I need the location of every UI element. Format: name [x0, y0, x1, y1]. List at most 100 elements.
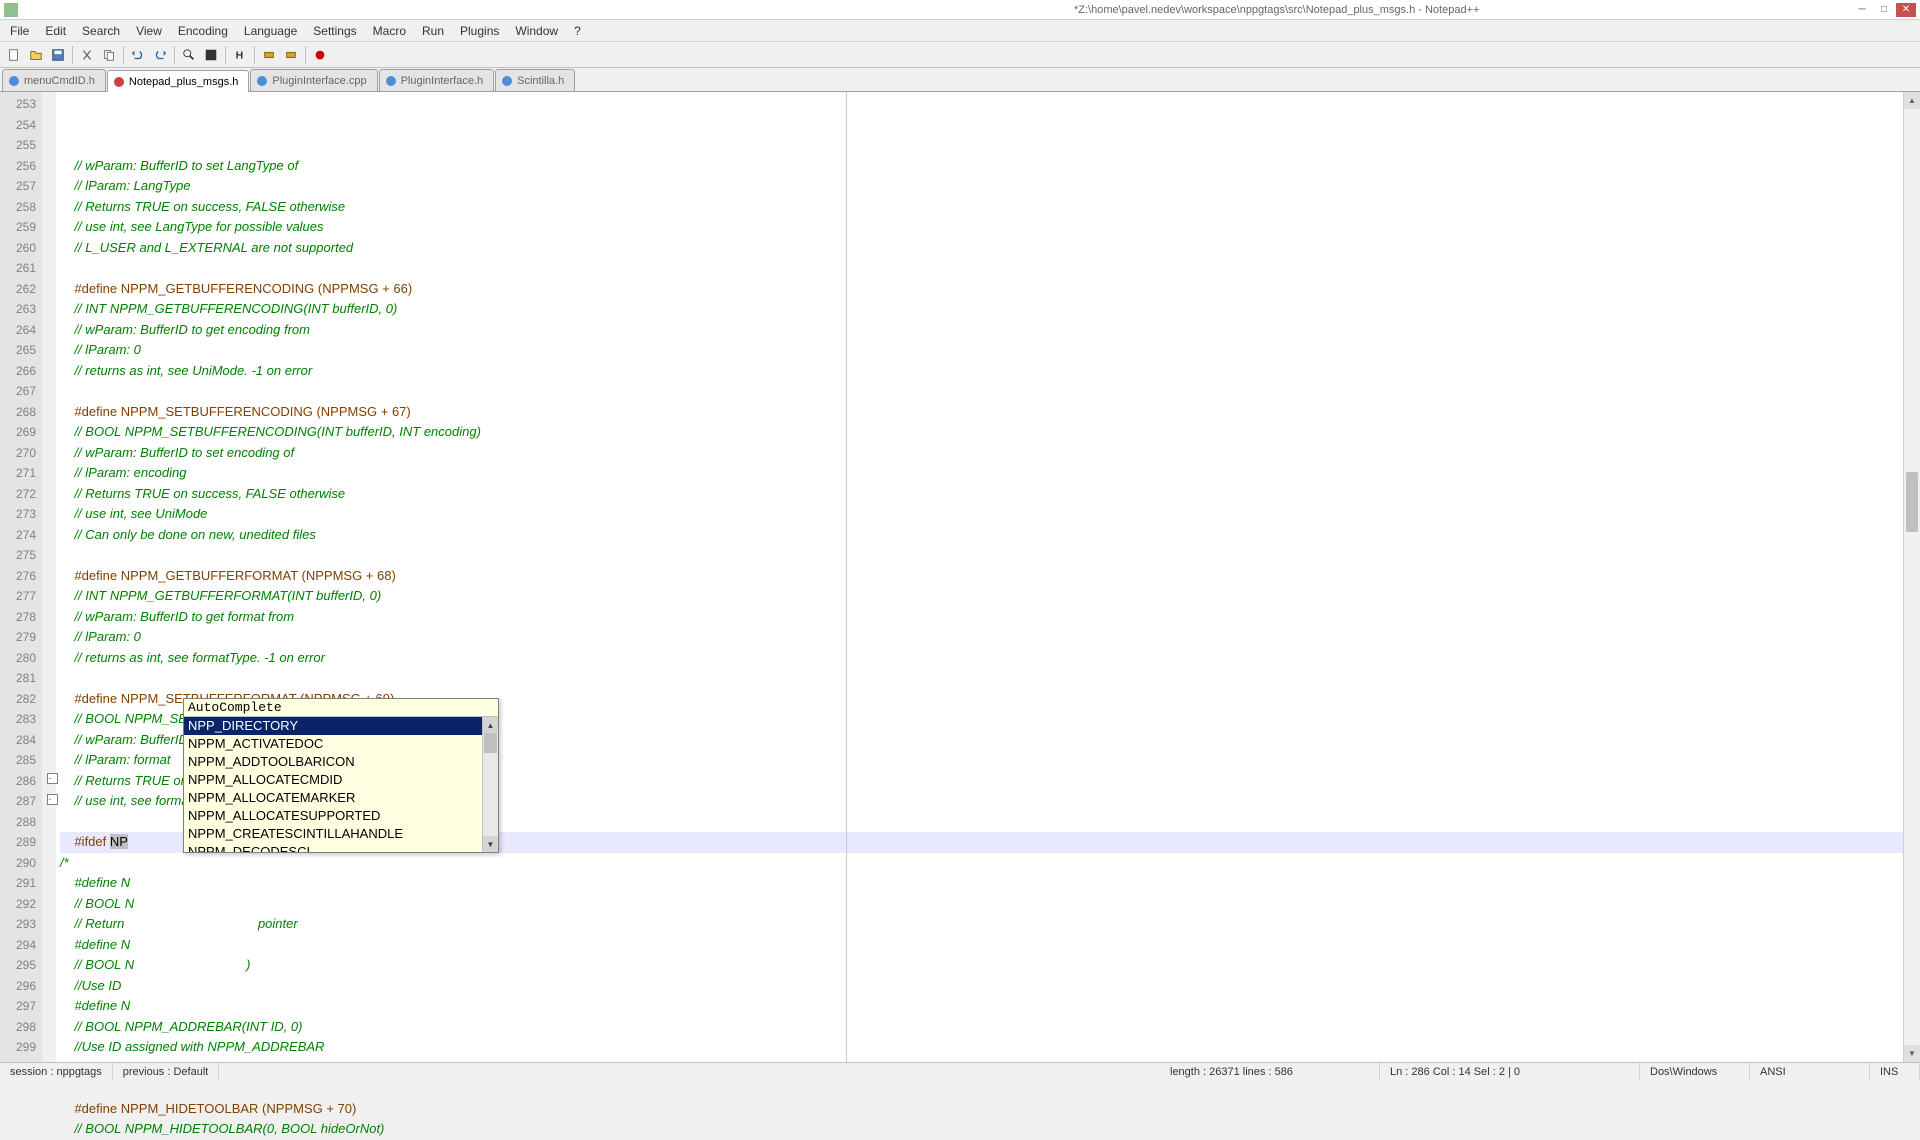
fold-marker[interactable] [42, 215, 56, 236]
code-line[interactable]: #define NPPM_HIDETOOLBAR (NPPMSG + 70) [60, 1099, 1903, 1120]
menu-search[interactable]: Search [74, 21, 128, 41]
code-line[interactable]: // lParam: encoding [60, 463, 1903, 484]
fold-marker[interactable] [42, 318, 56, 339]
menu-file[interactable]: File [2, 21, 37, 41]
fold-marker[interactable] [42, 769, 56, 790]
code-line[interactable]: #define NPPM_GETBUFFERENCODING (NPPMSG +… [60, 279, 1903, 300]
menu-window[interactable]: Window [507, 21, 566, 41]
autocomplete-scrollbar[interactable]: ▲ ▼ [482, 717, 498, 852]
fold-marker[interactable] [42, 195, 56, 216]
copy-button[interactable] [99, 45, 119, 65]
fold-marker[interactable] [42, 277, 56, 298]
code-line[interactable]: // wParam: BufferID to set LangType of [60, 156, 1903, 177]
fold-marker[interactable] [42, 933, 56, 954]
code-line[interactable]: // BOOL NPPM_HIDETOOLBAR(0, BOOL hideOrN… [60, 1119, 1903, 1140]
code-line[interactable]: // use int, see LangType for possible va… [60, 217, 1903, 238]
code-line[interactable]: // returns as int, see formatType. -1 on… [60, 648, 1903, 669]
autocomplete-item[interactable]: NPPM_ACTIVATEDOC [184, 735, 498, 753]
fold-marker[interactable] [42, 687, 56, 708]
find-button[interactable] [179, 45, 199, 65]
code-line[interactable] [60, 258, 1903, 279]
fold-marker[interactable] [42, 379, 56, 400]
code-line[interactable]: // BOOL N [60, 894, 1903, 915]
fold-marker[interactable] [42, 133, 56, 154]
save-button[interactable] [48, 45, 68, 65]
fold-marker[interactable] [42, 830, 56, 851]
autocomplete-item[interactable]: NPPM_ALLOCATECMDID [184, 771, 498, 789]
fold-marker[interactable] [42, 236, 56, 257]
autocomplete-item[interactable]: NPPM_DECODESCI [184, 843, 498, 852]
new-file-button[interactable] [4, 45, 24, 65]
redo-button[interactable] [150, 45, 170, 65]
fold-marker[interactable] [42, 359, 56, 380]
code-line[interactable]: // L_USER and L_EXTERNAL are not support… [60, 238, 1903, 259]
fold-marker[interactable] [42, 256, 56, 277]
code-line[interactable] [60, 668, 1903, 689]
menu-settings[interactable]: Settings [305, 21, 364, 41]
menu-macro[interactable]: Macro [365, 21, 414, 41]
code-line[interactable]: #define NPPM_SETBUFFERENCODING (NPPMSG +… [60, 402, 1903, 423]
fold-marker[interactable] [42, 810, 56, 831]
fold-marker[interactable] [42, 789, 56, 810]
code-line[interactable]: //Use ID assigned with NPPM_ADDREBAR [60, 1037, 1903, 1058]
menu-encoding[interactable]: Encoding [170, 21, 236, 41]
code-line[interactable]: //Use ID [60, 976, 1903, 997]
autocomplete-item[interactable]: NPPM_CREATESCINTILLAHANDLE [184, 825, 498, 843]
fold-marker[interactable] [42, 892, 56, 913]
tab-plugininterface-h[interactable]: PluginInterface.h [379, 69, 495, 91]
fold-margin[interactable] [42, 92, 56, 1062]
autocomplete-list[interactable]: NPP_DIRECTORYNPPM_ACTIVATEDOCNPPM_ADDTOO… [184, 717, 498, 852]
minimize-button[interactable]: ─ [1852, 3, 1872, 17]
tab-notepad_plus_msgs-h[interactable]: Notepad_plus_msgs.h [107, 70, 249, 92]
menu-plugins[interactable]: Plugins [452, 21, 507, 41]
code-line[interactable]: // Can only be done on new, unedited fil… [60, 525, 1903, 546]
scroll-down-button[interactable]: ▼ [483, 836, 498, 852]
code-line[interactable]: #define N [60, 873, 1903, 894]
code-line[interactable]: // Returns TRUE on success, FALSE otherw… [60, 484, 1903, 505]
code-line[interactable]: // wParam: BufferID to get encoding from [60, 320, 1903, 341]
code-line[interactable]: // BOOL N ) [60, 955, 1903, 976]
code-line[interactable]: // Return pointer [60, 914, 1903, 935]
undo-button[interactable] [128, 45, 148, 65]
code-line[interactable] [60, 381, 1903, 402]
code-line[interactable]: #define N [60, 996, 1903, 1017]
menu-?[interactable]: ? [566, 21, 589, 41]
fold-marker[interactable] [42, 851, 56, 872]
fold-marker[interactable] [42, 482, 56, 503]
fold-marker[interactable] [42, 564, 56, 585]
fold-marker[interactable] [42, 974, 56, 995]
fold-marker[interactable] [42, 523, 56, 544]
fold-marker[interactable] [42, 461, 56, 482]
zoom-in-button[interactable]: H [230, 45, 250, 65]
cut-button[interactable] [77, 45, 97, 65]
fold-marker[interactable] [42, 502, 56, 523]
fold-marker[interactable] [42, 646, 56, 667]
scroll-thumb[interactable] [1906, 472, 1918, 532]
code-line[interactable] [60, 545, 1903, 566]
menu-edit[interactable]: Edit [37, 21, 74, 41]
code-line[interactable]: // lParam: 0 [60, 340, 1903, 361]
fold-marker[interactable] [42, 441, 56, 462]
code-line[interactable]: // INT NPPM_GETBUFFERENCODING(INT buffer… [60, 299, 1903, 320]
fold-marker[interactable] [42, 338, 56, 359]
fold-marker[interactable] [42, 605, 56, 626]
code-line[interactable]: #define NPPM_GETBUFFERFORMAT (NPPMSG + 6… [60, 566, 1903, 587]
code-line[interactable]: // Returns TRUE on success, FALSE otherw… [60, 197, 1903, 218]
autocomplete-item[interactable]: NPPM_ALLOCATEMARKER [184, 789, 498, 807]
code-line[interactable]: // wParam: BufferID to set encoding of [60, 443, 1903, 464]
fold-marker[interactable] [42, 625, 56, 646]
code-line[interactable]: // lParam: 0 [60, 627, 1903, 648]
fold-marker[interactable] [42, 1035, 56, 1056]
menu-language[interactable]: Language [236, 21, 305, 41]
autocomplete-item[interactable]: NPPM_ALLOCATESUPPORTED [184, 807, 498, 825]
code-line[interactable]: // use int, see UniMode [60, 504, 1903, 525]
close-button[interactable]: ✕ [1896, 3, 1916, 17]
fold-marker[interactable] [42, 400, 56, 421]
autocomplete-item[interactable]: NPPM_ADDTOOLBARICON [184, 753, 498, 771]
fold-marker[interactable] [42, 297, 56, 318]
fold-marker[interactable] [42, 113, 56, 134]
fold-marker[interactable] [42, 666, 56, 687]
menu-run[interactable]: Run [414, 21, 452, 41]
scroll-down-button[interactable]: ▼ [1904, 1045, 1920, 1062]
maximize-button[interactable]: □ [1874, 3, 1894, 17]
